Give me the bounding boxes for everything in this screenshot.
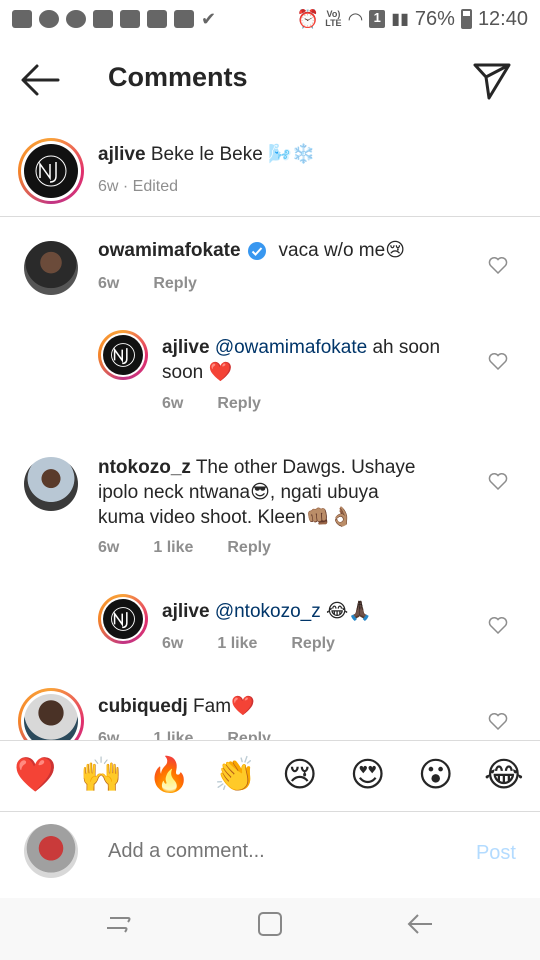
comment-input[interactable] <box>108 840 448 863</box>
emoji-laughing[interactable]: 😂 <box>484 755 524 795</box>
like-heart-icon[interactable] <box>488 256 508 274</box>
emoji-surprised[interactable]: 😮 <box>418 755 453 795</box>
reply-button[interactable]: Reply <box>217 395 261 413</box>
comment-body-line2: ipolo neck ntwana😎, ngati ubuya <box>98 482 379 503</box>
like-heart-icon[interactable] <box>488 352 508 370</box>
nj-logo <box>24 144 78 198</box>
like-heart-icon[interactable] <box>488 712 508 730</box>
comment-body: vaca w/o me😢 <box>278 240 406 261</box>
battery-icon <box>460 9 472 29</box>
emoji-heart[interactable]: ❤️ <box>14 755 56 795</box>
likes-count[interactable]: 1 like <box>153 730 193 740</box>
comment-body: The other Dawgs. Ushaye <box>195 457 416 478</box>
nj-logo <box>103 335 143 375</box>
reply-button[interactable]: Reply <box>227 730 271 740</box>
home-icon[interactable] <box>256 910 284 938</box>
caption-username[interactable]: ajlive <box>98 144 146 165</box>
reply-button[interactable]: Reply <box>227 539 271 557</box>
back-nav-icon[interactable] <box>404 910 436 938</box>
comment-meta: 6w 1 like Reply <box>98 539 271 557</box>
comment-body: ah soon <box>372 337 441 358</box>
volte-indicator: Vo) LTE <box>325 9 342 28</box>
like-heart-icon[interactable] <box>488 616 508 634</box>
sim-indicator: 1 <box>369 10 386 28</box>
wifi-icon: ◠ <box>347 8 364 29</box>
comment-body-line2: soon ❤️ <box>162 362 233 383</box>
comment-cubiquedj: cubiquedj Fam❤️ <box>98 694 255 719</box>
android-nav-bar <box>0 898 540 960</box>
emoji-clap[interactable]: 👏 <box>214 755 256 795</box>
comment-username[interactable]: ajlive <box>162 601 210 622</box>
comment-body-line3: kuma video shoot. Kleen👊🏽👌🏽 <box>98 507 354 528</box>
status-bar: ✔ ⏰ Vo) LTE ◠ 1 ▮▮ 76% 12:40 <box>0 0 540 38</box>
emoji-fire[interactable]: 🔥 <box>148 755 190 795</box>
comment-clip: cubiquedj Fam❤️ 6w 1 like Reply <box>0 680 540 740</box>
direct-send-icon[interactable] <box>472 60 512 100</box>
caption-body: Beke le Beke 🌬️❄️ <box>150 144 316 165</box>
caption-meta: 6w · Edited <box>98 178 179 195</box>
quick-emoji-bar: ❤️ 🙌 🔥 👏 😢 😍 😮 😂 <box>0 740 540 812</box>
verified-badge-icon <box>247 241 266 260</box>
add-comment-bar: Post <box>0 812 540 898</box>
mention-link[interactable]: @ntokozo_z <box>215 601 321 622</box>
comment-meta: 6w Reply <box>162 395 261 413</box>
gallery-icon <box>174 10 194 28</box>
comment-body: 😂🙏🏿 <box>326 601 372 622</box>
system-status: ⏰ Vo) LTE ◠ 1 ▮▮ 76% 12:40 <box>297 8 528 31</box>
emoji-crying[interactable]: 😢 <box>282 755 317 795</box>
check-icon: ✔ <box>201 8 217 29</box>
notification-icons: ✔ <box>12 9 216 30</box>
reply-ajlive-2: ajlive @ntokozo_z 😂🙏🏿 <box>162 599 472 624</box>
nj-logo <box>103 599 143 639</box>
header: Comments <box>0 38 540 124</box>
comment-username[interactable]: ajlive <box>162 337 210 358</box>
reply-ajlive-1: ajlive @owamimafokate ah soon soon ❤️ <box>162 335 472 385</box>
message-icon <box>12 10 32 28</box>
reply-button[interactable]: Reply <box>153 275 197 293</box>
gmail-icon <box>147 10 167 28</box>
gmail-icon <box>120 10 140 28</box>
emoji-heart-eyes[interactable]: 😍 <box>350 755 385 795</box>
comment-username[interactable]: cubiquedj <box>98 696 188 717</box>
recent-apps-icon[interactable] <box>104 912 134 938</box>
battery-percent: 76% <box>414 7 455 30</box>
back-arrow-icon[interactable] <box>20 62 60 98</box>
facebook-icon <box>66 10 86 28</box>
likes-count[interactable]: 1 like <box>153 539 193 557</box>
comment-meta: 6w 1 like Reply <box>98 730 305 740</box>
page-title: Comments <box>108 62 248 92</box>
comment-username[interactable]: owamimafokate <box>98 238 241 263</box>
comment-username[interactable]: ntokozo_z <box>98 457 191 478</box>
whatsapp-icon <box>39 10 59 28</box>
avatar-ajlive[interactable] <box>98 330 148 380</box>
comment-body: Fam❤️ <box>193 696 255 717</box>
alarm-icon: ⏰ <box>296 8 320 29</box>
avatar-owamimafokate[interactable] <box>24 241 78 295</box>
comment-ntokozo-z: ntokozo_z The other Dawgs. Ushaye ipolo … <box>98 455 468 530</box>
avatar-ajlive[interactable] <box>98 594 148 644</box>
clock: 12:40 <box>477 7 528 30</box>
avatar-photo <box>24 694 78 740</box>
caption-avatar[interactable] <box>18 138 84 204</box>
avatar-ntokozo-z[interactable] <box>24 457 78 511</box>
emoji-raised-hands[interactable]: 🙌 <box>80 755 122 795</box>
comment-owamimafokate: owamimafokate vaca w/o me😢 <box>98 238 405 263</box>
like-heart-icon[interactable] <box>488 472 508 490</box>
comment-meta: 6w Reply <box>98 275 197 293</box>
current-user-avatar <box>24 824 78 878</box>
comment-meta: 6w 1 like Reply <box>162 635 335 653</box>
caption-text: ajlive Beke le Beke 🌬️❄️ <box>98 142 315 167</box>
likes-count[interactable]: 1 like <box>217 635 257 653</box>
reply-button[interactable]: Reply <box>291 635 335 653</box>
post-button[interactable]: Post <box>476 842 516 865</box>
gmail-icon <box>93 10 113 28</box>
avatar-cubiquedj[interactable] <box>18 688 84 740</box>
mention-link[interactable]: @owamimafokate <box>215 337 367 358</box>
signal-icon: ▮▮ <box>391 11 409 28</box>
caption-divider <box>0 216 540 217</box>
